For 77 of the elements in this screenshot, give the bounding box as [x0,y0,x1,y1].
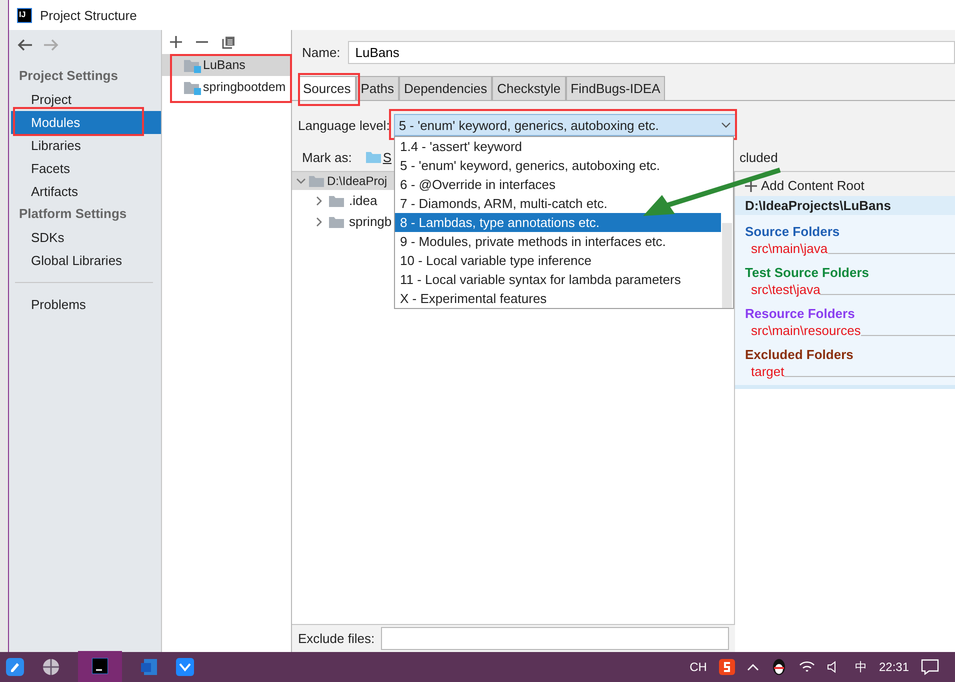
folder-path[interactable]: src\test\java [751,282,820,297]
dropdown-option[interactable]: 11 - Local variable syntax for lambda parameters [395,270,721,289]
folder-group-title: Source Folders [744,223,841,241]
chevron-down-icon [720,122,731,128]
name-field[interactable]: LuBans [348,40,955,64]
globe-icon[interactable] [42,658,60,676]
module-folder-icon [184,80,201,94]
folder-path[interactable]: target [751,364,784,379]
chevron-down-icon[interactable] [296,176,306,186]
notification-icon[interactable] [921,659,939,675]
tab[interactable]: FindBugs-IDEA [566,76,666,100]
ime-language-indicator[interactable]: 中 [854,658,867,676]
penguin-icon[interactable] [770,658,787,676]
sidebar-item[interactable]: Artifacts [9,180,161,203]
wifi-icon[interactable] [798,660,815,674]
chevron-right-icon[interactable] [314,216,324,226]
tab[interactable]: Checkstyle [492,76,566,100]
module-folder-icon [184,58,201,72]
sidebar-item[interactable]: Modules [11,111,161,134]
mark-as-label: Mark as: [302,150,352,164]
add-content-root-button[interactable]: Add Content Root [735,172,955,196]
chevron-up-icon[interactable] [746,663,759,671]
sidebar-item[interactable]: SDKs [9,226,161,249]
clock[interactable]: 22:31 [878,660,909,674]
sidebar-item[interactable]: Problems [9,293,161,316]
tab[interactable]: Dependencies [398,76,492,100]
copy-icon[interactable] [222,36,235,48]
dropdown-option[interactable]: 7 - Diamonds, ARM, multi-catch etc. [395,194,721,213]
back-arrow-icon[interactable] [17,39,33,51]
highlight-box [298,73,360,106]
folder-icon [309,175,324,187]
ide-icon[interactable] [92,658,108,674]
tab[interactable]: Paths [356,76,399,100]
folder-icon [329,216,344,228]
shield-icon[interactable] [176,658,194,676]
add-icon[interactable] [170,36,182,48]
dropdown-option[interactable]: 6 - @Override in interfaces [395,175,721,194]
dropdown-option[interactable]: X - Experimental features [395,289,721,308]
folder-group-title: Resource Folders [744,305,856,323]
folder-path[interactable]: src\main\resources [751,323,861,338]
scrollbar[interactable] [722,223,732,308]
tree-item[interactable]: D:\IdeaProj [327,174,388,188]
folder-icon [329,194,344,206]
window-title: Project Structure [40,8,137,22]
folder-icon [366,151,381,163]
exclude-files-label: Exclude files: [298,631,375,646]
sidebar-item[interactable]: Facets [9,157,161,180]
chevron-right-icon[interactable] [314,196,324,206]
dropdown-option[interactable]: 5 - 'enum' keyword, generics, autoboxing etc. [395,156,721,175]
sidebar-item[interactable]: Libraries [9,134,161,157]
folder-group-title: Test Source Folders [744,264,870,282]
name-label: Name: [302,44,340,60]
exclude-files-field[interactable] [380,627,729,650]
folder-path[interactable]: src\main\java [751,241,828,256]
dropdown-option[interactable]: 8 - Lambdas, type annotations etc. [395,213,721,232]
ime-icon[interactable] [718,659,735,675]
add-icon [745,180,757,192]
input-mode-indicator[interactable]: CH [690,660,707,674]
mark-sources-button[interactable]: S [366,150,392,164]
dropdown-option[interactable]: 9 - Modules, private methods in interfaces etc. [395,232,721,251]
section-heading: Project Settings [18,67,119,85]
tab[interactable]: Sources [298,76,356,100]
module-item[interactable]: springbootdem [162,76,291,98]
tree-item[interactable]: springb [349,214,392,229]
content-root-path: D:\IdeaProjects\LuBans [735,196,955,215]
folder-group-title: Excluded Folders [744,346,854,364]
sidebar-item[interactable]: Project [9,88,161,111]
language-level-label: Language level: [298,118,390,132]
app-icon[interactable] [6,658,24,676]
dropdown-option[interactable]: 10 - Local variable type inference [395,251,721,270]
tree-item[interactable]: .idea [349,193,378,208]
sidebar-item[interactable]: Global Libraries [9,249,161,272]
dropdown-option[interactable]: 1.4 - 'assert' keyword [395,137,721,156]
mark-excluded-button[interactable]: cluded [740,150,778,164]
section-heading: Platform Settings [18,205,128,223]
language-level-dropdown[interactable]: 5 - 'enum' keyword, generics, autoboxing etc. [394,114,736,136]
app-icon: IJ [17,8,32,22]
